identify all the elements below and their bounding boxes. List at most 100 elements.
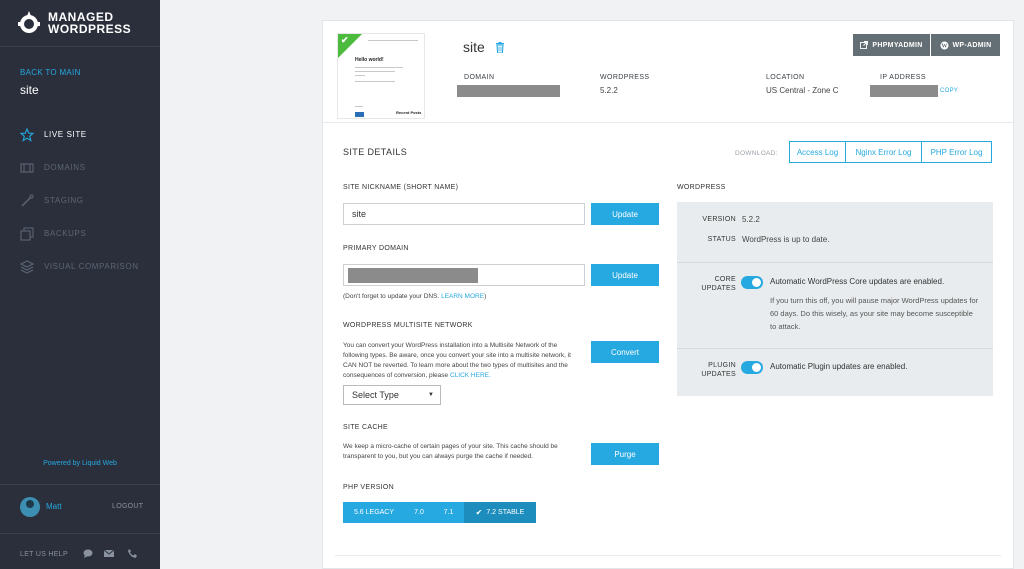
plugin-updates-status: Automatic Plugin updates are enabled. xyxy=(770,362,908,371)
brand[interactable]: MANAGED WORDPRESS xyxy=(16,10,131,36)
core-updates-status: Automatic WordPress Core updates are ena… xyxy=(770,277,945,286)
divider xyxy=(0,533,160,534)
nginx-error-log-button[interactable]: Nginx Error Log xyxy=(845,141,922,163)
php-7-1-button[interactable]: 7.1 xyxy=(433,502,464,523)
phone-icon[interactable] xyxy=(127,549,137,558)
sidebar-item-label: BACKUPS xyxy=(44,229,87,238)
convert-button[interactable]: Convert xyxy=(591,341,659,363)
core-label-2: UPDATES xyxy=(701,285,736,292)
access-log-button[interactable]: Access Log xyxy=(789,141,846,163)
backups-icon xyxy=(20,226,34,241)
chat-icon[interactable] xyxy=(83,549,93,558)
purge-button[interactable]: Purge xyxy=(591,443,659,465)
thumb-line xyxy=(355,75,365,76)
divider xyxy=(677,348,993,349)
location-label: LOCATION xyxy=(766,74,805,81)
wordpress-icon: W xyxy=(940,41,949,49)
version-value: 5.2.2 xyxy=(742,215,760,224)
dns-hint-text: (Don't forget to update your DNS. xyxy=(343,293,440,300)
thumb-line xyxy=(368,40,418,41)
sidebar-item-label: VISUAL COMPARISON xyxy=(44,262,139,271)
ip-value-redacted xyxy=(870,85,938,97)
ip-label: IP ADDRESS xyxy=(880,74,926,81)
sidebar-item-staging[interactable]: STAGING xyxy=(0,184,160,217)
brand-text: MANAGED WORDPRESS xyxy=(48,11,131,35)
site-cache-description: We keep a micro-cache of certain pages o… xyxy=(343,443,558,460)
divider xyxy=(323,122,1013,123)
wordpress-label: WORDPRESS xyxy=(600,74,650,81)
brand-line2: WORDPRESS xyxy=(48,22,132,36)
trash-icon[interactable] xyxy=(495,42,505,53)
status-label: STATUS xyxy=(707,236,736,243)
avatar[interactable] xyxy=(20,497,40,517)
php-error-log-button[interactable]: PHP Error Log xyxy=(921,141,992,163)
section-title: SITE DETAILS xyxy=(343,147,408,157)
core-updates-toggle[interactable] xyxy=(741,276,763,289)
core-updates-note: If you turn this off, you will pause maj… xyxy=(770,296,979,331)
thumb-line xyxy=(355,81,395,82)
update-domain-button[interactable]: Update xyxy=(591,264,659,286)
phpmyadmin-button[interactable]: PHPMYADMIN xyxy=(853,34,930,56)
primary-domain-redacted xyxy=(348,268,478,283)
learn-more-link[interactable]: LEARN MORE xyxy=(441,293,484,300)
divider xyxy=(335,555,1001,556)
staging-icon xyxy=(21,194,34,207)
sidebar-site-name: site xyxy=(20,83,39,97)
sidebar-item-live-site[interactable]: LIVE SITE xyxy=(0,118,160,151)
layers-icon xyxy=(20,259,34,274)
site-thumbnail[interactable]: ✔ Hello world! Recent Posts xyxy=(337,33,425,119)
caret-down-icon: ▼ xyxy=(428,392,434,398)
wp-admin-button[interactable]: W WP-ADMIN xyxy=(931,34,1000,56)
check-icon: ✔ xyxy=(341,35,349,45)
select-value: Select Type xyxy=(352,390,399,400)
wordpress-version: 5.2.2 xyxy=(600,86,618,95)
php-version-label: PHP VERSION xyxy=(343,484,395,491)
mail-icon[interactable] xyxy=(104,549,114,558)
domain-value-redacted xyxy=(457,85,560,97)
back-to-main-link[interactable]: BACK TO MAIN xyxy=(20,68,81,77)
multisite-type-select[interactable]: Select Type ▼ xyxy=(343,385,441,405)
page-title: site xyxy=(463,39,485,55)
copy-ip-button[interactable]: COPY xyxy=(940,88,958,94)
site-card: ✔ Hello world! Recent Posts site DOMAIN … xyxy=(322,20,1014,569)
status-value: WordPress is up to date. xyxy=(742,235,830,244)
sidebar-item-visual-comparison[interactable]: VISUAL COMPARISON xyxy=(0,250,160,283)
thumb-posts: Recent Posts xyxy=(396,110,422,115)
domains-icon xyxy=(20,162,34,173)
click-here-link[interactable]: CLICK HERE. xyxy=(450,372,491,379)
svg-text:W: W xyxy=(941,43,947,49)
external-link-icon xyxy=(860,41,869,49)
sidebar-item-label: STAGING xyxy=(44,196,84,205)
dns-hint-close: ) xyxy=(484,293,487,300)
plugin-updates-label: PLUGIN UPDATES xyxy=(701,361,736,379)
thumb-line xyxy=(355,71,395,72)
phpmyadmin-label: PHPMYADMIN xyxy=(872,41,923,49)
multisite-description: You can convert your WordPress installat… xyxy=(343,341,581,381)
divider xyxy=(677,262,993,263)
multisite-label: WORDPRESS MULTISITE NETWORK xyxy=(343,322,473,329)
location-value: US Central - Zone C xyxy=(766,86,839,95)
sidebar-nav: LIVE SITE DOMAINS STAGING BACKUPS VISUAL… xyxy=(0,118,160,283)
help-label: LET US HELP xyxy=(20,551,68,558)
powered-by-link[interactable]: Powered by Liquid Web xyxy=(0,460,160,467)
update-nickname-button[interactable]: Update xyxy=(591,203,659,225)
php-7-0-button[interactable]: 7.0 xyxy=(405,502,433,523)
thumb-title: Hello world! xyxy=(355,57,384,63)
logo-icon xyxy=(18,11,40,33)
plugin-updates-toggle[interactable] xyxy=(741,361,763,374)
user-name[interactable]: Matt xyxy=(46,502,62,511)
php-7-2-label: 7.2 STABLE xyxy=(486,509,525,516)
dns-hint: (Don't forget to update your DNS. LEARN … xyxy=(343,293,486,300)
divider xyxy=(0,46,160,47)
php-5-6-button[interactable]: 5.6 LEGACY xyxy=(343,502,405,523)
sidebar-item-domains[interactable]: DOMAINS xyxy=(0,151,160,184)
wordpress-panel: VERSION 5.2.2 STATUS WordPress is up to … xyxy=(677,202,993,396)
sidebar-item-backups[interactable]: BACKUPS xyxy=(0,217,160,250)
logout-link[interactable]: LOGOUT xyxy=(112,503,143,510)
domain-label: DOMAIN xyxy=(464,74,495,81)
nickname-input[interactable] xyxy=(343,203,585,225)
divider xyxy=(0,484,160,485)
primary-domain-input[interactable] xyxy=(343,264,585,286)
wp-admin-label: WP-ADMIN xyxy=(952,41,992,49)
php-7-2-button[interactable]: ✔ 7.2 STABLE xyxy=(464,502,536,523)
